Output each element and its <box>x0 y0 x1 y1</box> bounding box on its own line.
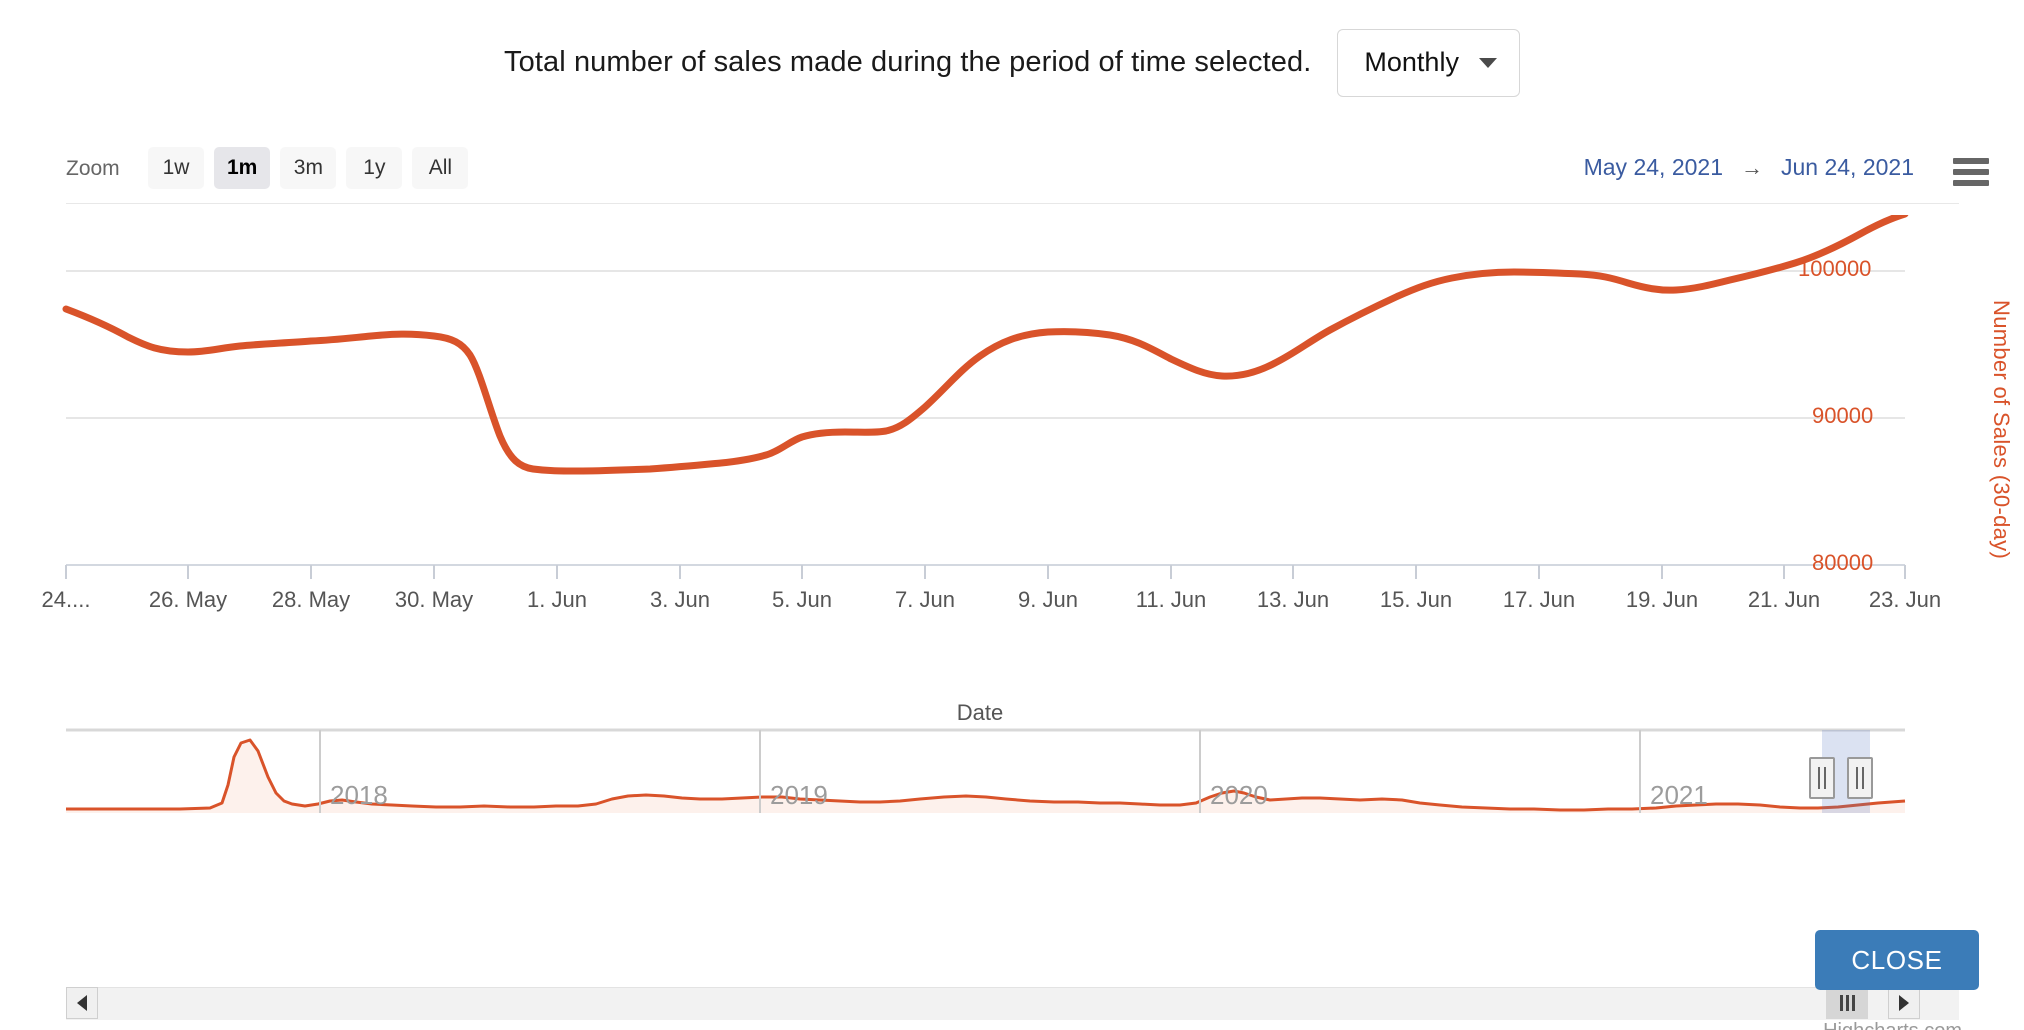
page-title: Total number of sales made during the pe… <box>504 46 1312 78</box>
x-tick-label-8: 9. Jun <box>1018 587 1078 612</box>
chevron-down-icon <box>1478 57 1497 68</box>
x-tick-label-5: 3. Jun <box>650 587 710 612</box>
navigator-year-label-2019: 2019 <box>770 780 828 810</box>
x-tick-marks <box>65 565 1906 579</box>
chart-navigator[interactable]: 2018 2019 2020 2021 <box>0 725 2024 830</box>
x-tick-label-12: 17. Jun <box>1502 587 1576 612</box>
range-button-1y[interactable]: 1y <box>346 147 403 189</box>
range-button-group: 1w 1m 3m 1y All <box>148 147 469 189</box>
plot-svg <box>62 215 1909 579</box>
menu-bar-3 <box>1953 180 1989 186</box>
range-button-1w[interactable]: 1w <box>148 147 204 189</box>
x-tick-label-11: 15. Jun <box>1379 587 1453 612</box>
y-tick-label-90000: 90000 <box>1812 403 1874 428</box>
range-selector-divider <box>66 203 1959 204</box>
menu-bar-2 <box>1953 169 1989 175</box>
navigator-handle-right[interactable] <box>1847 757 1873 799</box>
range-button-1m[interactable]: 1m <box>214 147 271 189</box>
zoom-label: Zoom <box>66 157 120 180</box>
range-button-all[interactable]: All <box>412 147 469 189</box>
x-tick-label-4: 1. Jun <box>527 587 587 612</box>
y-tick-label-100000: 100000 <box>1798 256 1872 281</box>
series-line-number-of-sales <box>62 215 1909 475</box>
plot-area: 100000 90000 80000 Number of Sales (30-d… <box>0 215 2024 635</box>
x-tick-label-2: 28. May <box>271 587 351 612</box>
hamburger-menu-icon[interactable] <box>1953 158 1989 186</box>
x-tick-label-7: 7. Jun <box>895 587 955 612</box>
x-tick-label-1: 26. May <box>148 587 228 612</box>
modal-header: Total number of sales made during the pe… <box>0 0 2024 125</box>
date-range-inputs: May 24, 2021 → Jun 24, 2021 <box>1584 154 1914 181</box>
x-tick-label-6: 5. Jun <box>772 587 832 612</box>
range-from-date[interactable]: May 24, 2021 <box>1584 154 1723 181</box>
highcharts-stock-chart: Zoom 1w 1m 3m 1y All May 24, 2021 → Jun … <box>0 125 2024 1030</box>
x-tick-label-10: 13. Jun <box>1256 587 1330 612</box>
navigator-year-label-2021: 2021 <box>1650 780 1708 810</box>
navigator-year-label-2020: 2020 <box>1210 780 1268 810</box>
x-axis-labels: 24.... 26. May 28. May 30. May 1. Jun 3.… <box>0 587 2024 627</box>
modal-footer: CLOSE <box>0 920 2024 1030</box>
y-tick-label-80000: 80000 <box>1812 550 1874 575</box>
navigator-svg <box>66 728 1906 813</box>
sales-chart-modal: Total number of sales made during the pe… <box>0 0 2024 1030</box>
period-dropdown[interactable]: Monthly <box>1337 28 1520 97</box>
x-tick-label-9: 11. Jun <box>1135 587 1207 612</box>
navigator-handle-left[interactable] <box>1809 757 1835 799</box>
x-tick-label-0: 24.... <box>41 587 91 612</box>
x-tick-label-13: 19. Jun <box>1625 587 1699 612</box>
navigator-year-label-2018: 2018 <box>330 780 388 810</box>
x-tick-label-3: 30. May <box>394 587 474 612</box>
arrow-right-icon: → <box>1740 154 1763 180</box>
x-tick-label-15: 23. Jun <box>1868 587 1942 612</box>
y-axis-title: Number of Sales (30-day) <box>1989 300 2014 560</box>
range-button-3m[interactable]: 3m <box>280 147 337 189</box>
x-tick-label-14: 21. Jun <box>1747 587 1821 612</box>
close-button[interactable]: CLOSE <box>1815 930 1979 990</box>
range-to-date[interactable]: Jun 24, 2021 <box>1781 154 1914 181</box>
menu-bar-1 <box>1953 158 1989 164</box>
x-axis-title: Date <box>956 700 1004 725</box>
range-selector: Zoom 1w 1m 3m 1y All May 24, 2021 → Jun … <box>0 140 2024 200</box>
period-dropdown-value: Monthly <box>1364 47 1459 77</box>
